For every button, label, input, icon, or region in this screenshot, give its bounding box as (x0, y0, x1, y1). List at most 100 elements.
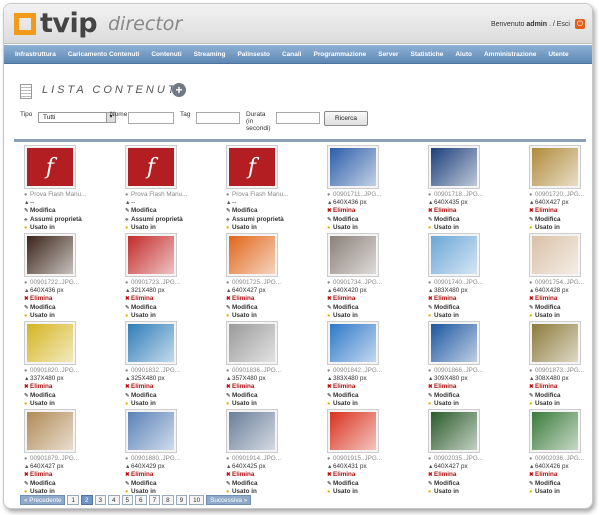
logout-icon[interactable]: ⏻ (575, 19, 585, 29)
logout-link[interactable]: . / Esci (549, 21, 570, 28)
elimina-link[interactable]: ✖Elimina (125, 383, 203, 391)
page-number-button[interactable]: 7 (148, 494, 161, 505)
content-thumbnail[interactable] (226, 233, 278, 277)
elimina-link[interactable]: ✖Elimina (428, 295, 506, 303)
menu-item[interactable]: Infrastruttura (9, 51, 62, 58)
content-thumbnail[interactable]: f (226, 145, 278, 189)
modifica-link[interactable]: ✎Modifica (24, 207, 102, 215)
content-thumbnail[interactable] (125, 233, 177, 277)
modifica-link[interactable]: ✎Modifica (327, 216, 405, 224)
menu-item[interactable]: Palinsesto (231, 51, 276, 58)
elimina-link[interactable]: ✖Elimina (24, 295, 102, 303)
content-thumbnail[interactable] (125, 321, 177, 365)
content-thumbnail[interactable] (529, 145, 581, 189)
modifica-link[interactable]: ✎Modifica (428, 304, 506, 312)
elimina-link[interactable]: ✖Elimina (529, 207, 592, 215)
page-number-button[interactable]: 10 (189, 494, 205, 505)
menu-item[interactable]: Canali (276, 51, 308, 58)
content-thumbnail[interactable] (529, 409, 581, 453)
menu-item[interactable]: Amministrazione (478, 51, 542, 58)
menu-item[interactable]: Contenuti (145, 51, 187, 58)
content-thumbnail[interactable] (24, 321, 76, 365)
modifica-link[interactable]: ✎Modifica (226, 392, 304, 400)
content-thumbnail[interactable]: f (24, 145, 76, 189)
next-page-button[interactable]: Successiva » (206, 494, 252, 505)
menu-item[interactable]: Utente (542, 51, 574, 58)
menu-item[interactable]: Caricamento Contenuti (62, 51, 146, 58)
menu-item[interactable]: Programmazione (307, 51, 372, 58)
modifica-link[interactable]: ✎Modifica (24, 392, 102, 400)
page-number-button[interactable]: 8 (162, 494, 174, 505)
elimina-link[interactable]: ✖Elimina (428, 383, 506, 391)
menu-item[interactable]: Streaming (188, 51, 232, 58)
durata-input[interactable] (276, 112, 320, 124)
modifica-link[interactable]: ✎Modifica (226, 304, 304, 312)
elimina-link[interactable]: ✖Elimina (24, 471, 102, 479)
assumi-proprieta-link[interactable]: ♣ Assumi proprietà (125, 216, 203, 224)
page-number-button[interactable]: 6 (135, 494, 147, 505)
modifica-link[interactable]: ✎Modifica (327, 480, 405, 488)
content-thumbnail[interactable] (226, 409, 278, 453)
content-thumbnail[interactable] (428, 233, 480, 277)
modifica-link[interactable]: ✎Modifica (428, 480, 506, 488)
elimina-link[interactable]: ✖Elimina (428, 471, 506, 479)
elimina-link[interactable]: ✖Elimina (428, 207, 506, 215)
elimina-link[interactable]: ✖Elimina (327, 471, 405, 479)
elimina-link[interactable]: ✖Elimina (24, 383, 102, 391)
content-thumbnail[interactable] (428, 409, 480, 453)
modifica-link[interactable]: ✎Modifica (428, 216, 506, 224)
assumi-proprieta-link[interactable]: ♣ Assumi proprietà (24, 216, 102, 224)
modifica-link[interactable]: ✎Modifica (125, 304, 203, 312)
elimina-link[interactable]: ✖Elimina (529, 295, 592, 303)
content-thumbnail[interactable] (327, 145, 379, 189)
elimina-link[interactable]: ✖Elimina (125, 295, 203, 303)
usato-in-link[interactable]: ● Usato in (327, 488, 405, 496)
modifica-link[interactable]: ✎Modifica (24, 304, 102, 312)
assumi-proprieta-link[interactable]: ♣ Assumi proprietà (226, 216, 304, 224)
page-number-button[interactable]: 5 (121, 494, 134, 505)
elimina-link[interactable]: ✖Elimina (529, 383, 592, 391)
previous-page-button[interactable]: « Precedente (20, 494, 66, 505)
nome-input[interactable] (128, 112, 174, 124)
content-thumbnail[interactable] (226, 321, 278, 365)
modifica-link[interactable]: ✎Modifica (125, 207, 203, 215)
add-content-icon[interactable]: + (172, 83, 186, 97)
page-number-button[interactable]: 1 (67, 494, 79, 505)
modifica-link[interactable]: ✎Modifica (529, 480, 592, 488)
modifica-link[interactable]: ✎Modifica (125, 392, 203, 400)
modifica-link[interactable]: ✎Modifica (327, 304, 405, 312)
elimina-link[interactable]: ✖Elimina (125, 471, 203, 479)
modifica-link[interactable]: ✎Modifica (24, 480, 102, 488)
usato-in-link[interactable]: ● Usato in (428, 488, 506, 496)
content-thumbnail[interactable] (529, 233, 581, 277)
content-thumbnail[interactable] (428, 321, 480, 365)
elimina-link[interactable]: ✖Elimina (327, 207, 405, 215)
elimina-link[interactable]: ✖Elimina (327, 295, 405, 303)
tipo-select[interactable]: Tutti ▾ (38, 112, 116, 123)
page-number-button[interactable]: 4 (108, 494, 120, 505)
content-thumbnail[interactable] (327, 321, 379, 365)
menu-item[interactable]: Aiuto (449, 51, 478, 58)
content-thumbnail[interactable] (24, 409, 76, 453)
usato-in-link[interactable]: ● Usato in (529, 488, 592, 496)
modifica-link[interactable]: ✎Modifica (428, 392, 506, 400)
page-number-button[interactable]: 2 (80, 494, 93, 505)
modifica-link[interactable]: ✎Modifica (226, 480, 304, 488)
modifica-link[interactable]: ✎Modifica (327, 392, 405, 400)
search-button[interactable]: Ricerca (324, 111, 368, 126)
elimina-link[interactable]: ✖Elimina (226, 383, 304, 391)
elimina-link[interactable]: ✖Elimina (327, 383, 405, 391)
elimina-link[interactable]: ✖Elimina (226, 295, 304, 303)
elimina-link[interactable]: ✖Elimina (529, 471, 592, 479)
content-thumbnail[interactable] (327, 233, 379, 277)
modifica-link[interactable]: ✎Modifica (226, 207, 304, 215)
page-number-button[interactable]: 3 (94, 494, 107, 505)
content-thumbnail[interactable] (24, 233, 76, 277)
content-thumbnail[interactable] (125, 409, 177, 453)
content-thumbnail[interactable]: f (125, 145, 177, 189)
content-thumbnail[interactable] (529, 321, 581, 365)
modifica-link[interactable]: ✎Modifica (529, 304, 592, 312)
tag-input[interactable] (196, 112, 240, 124)
menu-item[interactable]: Statistiche (404, 51, 449, 58)
page-number-button[interactable]: 9 (175, 494, 188, 505)
